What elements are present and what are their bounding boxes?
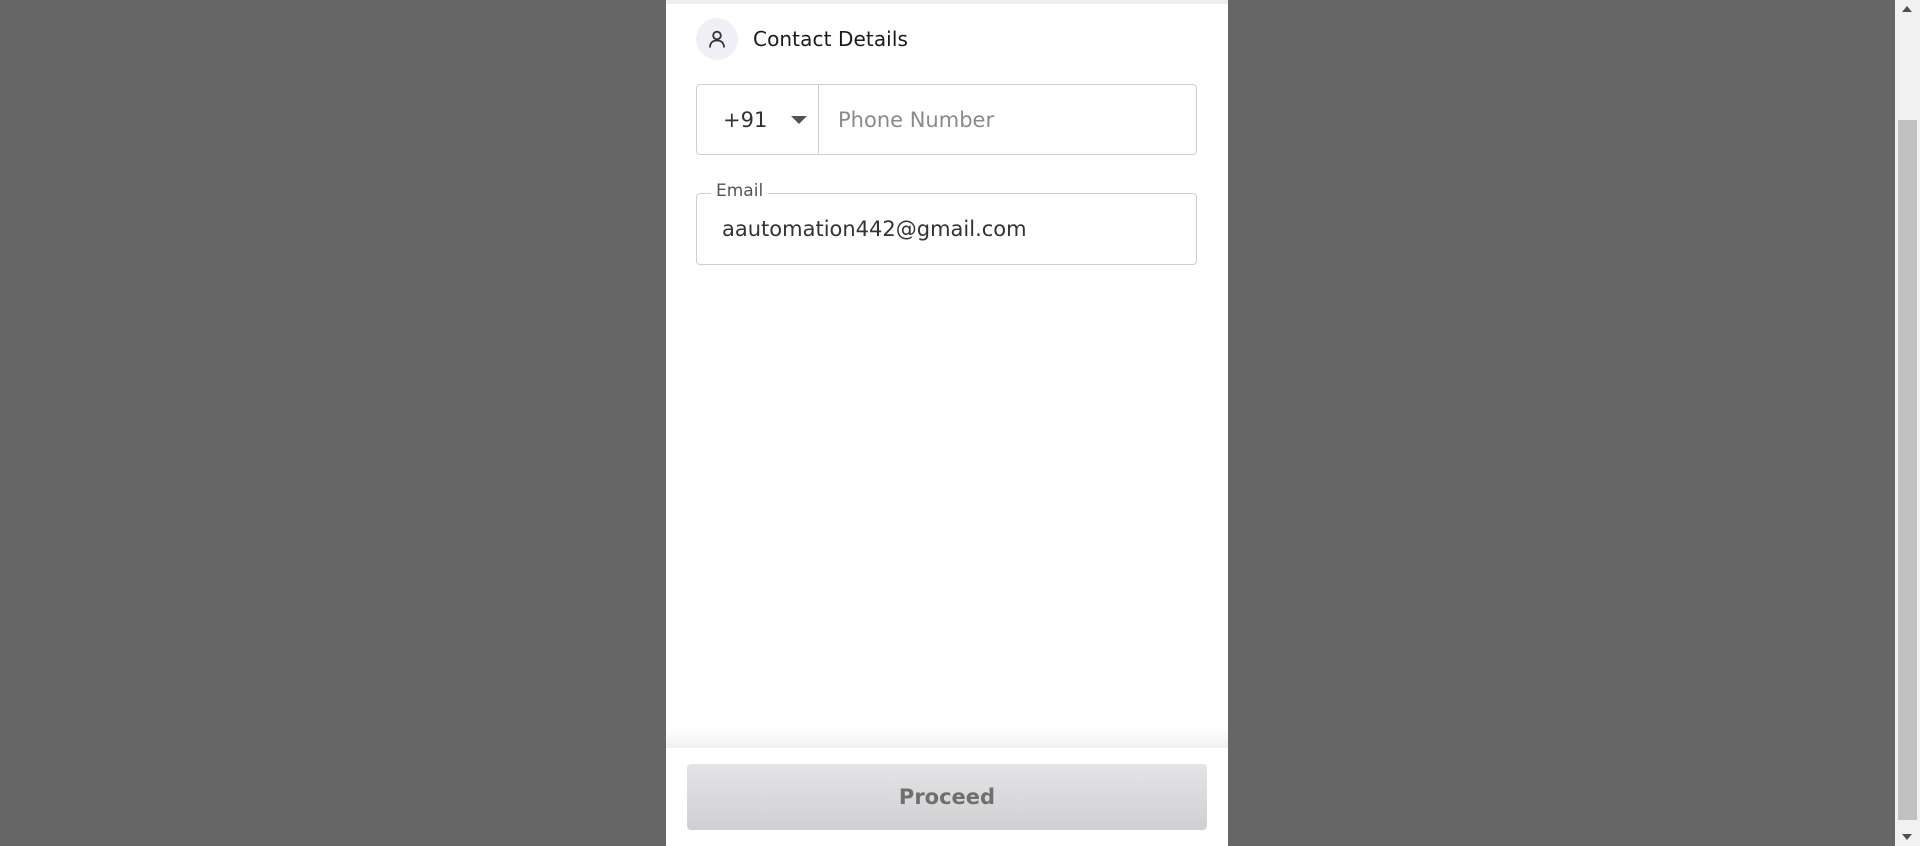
scroll-down-arrow-icon[interactable] [1902, 834, 1912, 840]
email-field: Email [696, 181, 1197, 265]
contact-details-panel: Contact Details +91 Email Proceed [666, 0, 1228, 846]
chevron-down-icon [791, 115, 808, 124]
panel-top-edge [666, 0, 1228, 4]
user-icon [696, 18, 738, 60]
country-code-select[interactable]: +91 [697, 85, 819, 154]
scroll-up-arrow-icon[interactable] [1902, 6, 1912, 12]
page-scrollbar[interactable] [1895, 0, 1920, 846]
section-title: Contact Details [753, 27, 909, 51]
email-input[interactable] [697, 194, 1196, 264]
footer-bar: Proceed [666, 748, 1228, 846]
proceed-button[interactable]: Proceed [687, 764, 1207, 830]
footer-shadow [666, 728, 1228, 748]
page-overlay: Contact Details +91 Email Proceed [0, 0, 1920, 846]
phone-number-group: +91 [696, 84, 1197, 155]
phone-number-input[interactable] [819, 85, 1196, 154]
section-header: Contact Details [696, 18, 908, 60]
scroll-thumb[interactable] [1898, 120, 1917, 820]
country-code-value: +91 [723, 107, 768, 132]
